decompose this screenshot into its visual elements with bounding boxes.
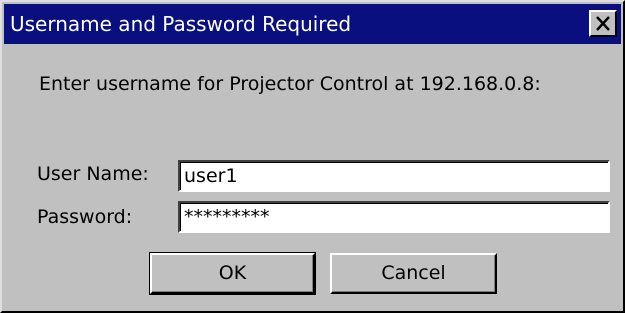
login-dialog: Username and Password Required Enter use… bbox=[0, 0, 625, 313]
password-label: Password: bbox=[37, 206, 133, 228]
close-icon bbox=[596, 16, 610, 31]
ok-button[interactable]: OK bbox=[149, 252, 316, 295]
title-bar[interactable]: Username and Password Required bbox=[4, 4, 621, 44]
cancel-button[interactable]: Cancel bbox=[330, 253, 497, 294]
dialog-title: Username and Password Required bbox=[10, 12, 352, 36]
close-button[interactable] bbox=[589, 10, 617, 37]
username-field[interactable] bbox=[178, 160, 610, 192]
username-label: User Name: bbox=[37, 163, 149, 185]
login-prompt: Enter username for Projector Control at … bbox=[39, 73, 541, 95]
password-field[interactable] bbox=[178, 201, 610, 233]
